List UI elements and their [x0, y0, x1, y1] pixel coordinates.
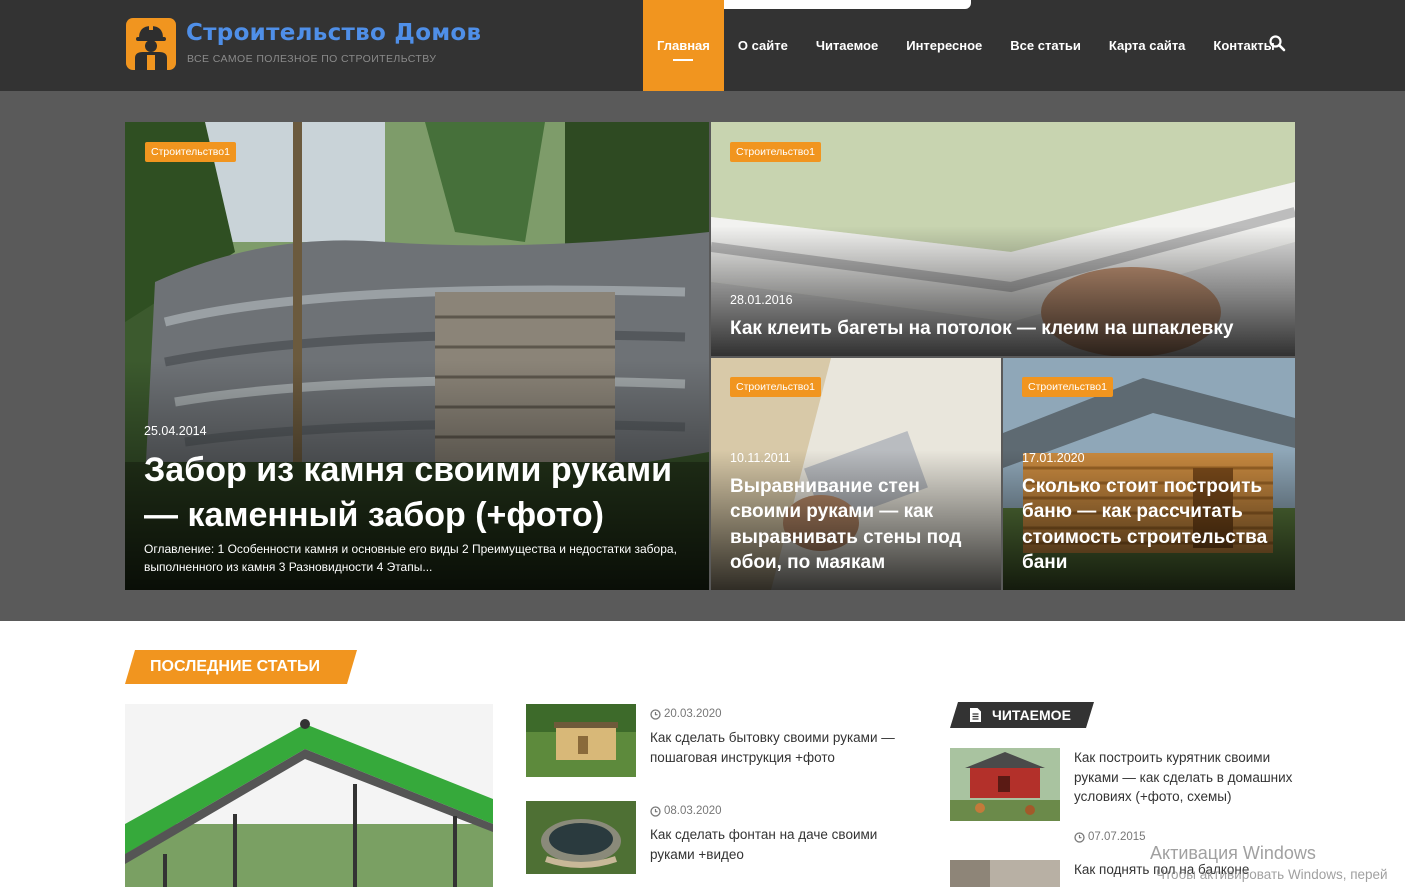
post-title[interactable]: Как клеить багеты на потолок — клеим на …	[730, 316, 1290, 341]
site-logo[interactable]: Строительство Домов ВСЕ САМОЕ ПОЛЕЗНОЕ П…	[126, 18, 481, 70]
post-date: 10.11.2011	[730, 451, 791, 465]
latest-articles-heading: ПОСЛЕДНИЕ СТАТЬИ	[125, 650, 357, 684]
heading-text: ЧИТАЕМОЕ	[992, 707, 1071, 723]
latest-post-title[interactable]: Как сделать бытовку своими руками — поша…	[650, 728, 900, 767]
date-text: 20.03.2020	[664, 708, 722, 720]
chicken-coop-image	[950, 748, 1060, 821]
post-title[interactable]: Выравнивание стен своими руками — как вы…	[730, 474, 990, 575]
featured-post-ceiling-molding[interactable]: Строительство1 28.01.2016 Как клеить баг…	[711, 122, 1295, 356]
popular-widget-heading: ЧИТАЕМОЕ	[950, 702, 1094, 728]
nav-item-popular[interactable]: Читаемое	[802, 0, 892, 91]
clock-icon	[650, 805, 661, 817]
post-title[interactable]: Забор из камня своими руками — каменный …	[144, 448, 694, 538]
document-icon	[970, 708, 981, 722]
sidebar-post-title[interactable]: Как построить курятник своими руками — к…	[1074, 748, 1296, 807]
latest-post-thumbnail[interactable]	[526, 704, 636, 777]
balcony-image	[950, 860, 1060, 887]
sidebar-post-thumbnail[interactable]	[950, 748, 1060, 821]
sidebar-post-date: 07.07.2015	[1074, 831, 1146, 843]
post-title[interactable]: Сколько стоит построить баню — как рассч…	[1022, 474, 1284, 575]
nav-item-interesting[interactable]: Интересное	[892, 0, 996, 91]
nav-item-sitemap[interactable]: Карта сайта	[1095, 0, 1200, 91]
windows-activation-watermark: Активация Windows	[1150, 843, 1316, 863]
category-badge[interactable]: Строительство1	[145, 142, 236, 162]
search-icon[interactable]	[1268, 34, 1286, 52]
latest-post-thumbnail[interactable]	[526, 801, 636, 874]
gazebo-image	[125, 704, 493, 887]
site-title[interactable]: Строительство Домов	[186, 20, 481, 46]
cabin-image	[526, 704, 636, 777]
site-header: Строительство Домов ВСЕ САМОЕ ПОЛЕЗНОЕ П…	[0, 0, 1405, 91]
post-excerpt: Оглавление: 1 Особенности камня и основн…	[144, 542, 677, 574]
category-badge[interactable]: Строительство1	[1022, 377, 1113, 397]
clock-icon	[650, 708, 661, 720]
clock-icon	[1074, 831, 1085, 843]
date-text: 07.07.2015	[1088, 831, 1146, 843]
post-date: 28.01.2016	[730, 293, 793, 307]
site-tagline: ВСЕ САМОЕ ПОЛЕЗНОЕ ПО СТРОИТЕЛЬСТВУ	[187, 53, 437, 65]
latest-post-date: 08.03.2020	[650, 805, 722, 817]
date-text: 08.03.2020	[664, 805, 722, 817]
windows-activation-hint: Чтобы активировать Windows, перей	[1156, 867, 1388, 882]
builder-logo-icon	[126, 18, 176, 70]
featured-post-wall-leveling[interactable]: Строительство1 10.11.2011 Выравнивание с…	[711, 358, 1001, 590]
featured-post-stone-fence[interactable]: Строительство1 25.04.2014 Забор из камня…	[125, 122, 709, 590]
featured-post-sauna-cost[interactable]: Строительство1 17.01.2020 Сколько стоит …	[1003, 358, 1295, 590]
nav-item-all-articles[interactable]: Все статьи	[996, 0, 1095, 91]
fountain-image	[526, 801, 636, 874]
latest-post-date: 20.03.2020	[650, 708, 722, 720]
latest-post-title[interactable]: Как сделать фонтан на даче своими руками…	[650, 825, 900, 864]
nav-item-home[interactable]: Главная	[643, 0, 724, 91]
main-nav: Главная О сайте Читаемое Интересное Все …	[643, 0, 1289, 91]
sidebar-post-thumbnail[interactable]	[950, 860, 1060, 887]
post-date: 17.01.2020	[1022, 451, 1085, 465]
heading-text: ПОСЛЕДНИЕ СТАТЬИ	[150, 658, 321, 675]
latest-featured-thumbnail[interactable]	[125, 704, 493, 887]
nav-item-about[interactable]: О сайте	[724, 0, 802, 91]
category-badge[interactable]: Строительство1	[730, 142, 821, 162]
category-badge[interactable]: Строительство1	[730, 377, 821, 397]
post-date: 25.04.2014	[144, 424, 207, 438]
